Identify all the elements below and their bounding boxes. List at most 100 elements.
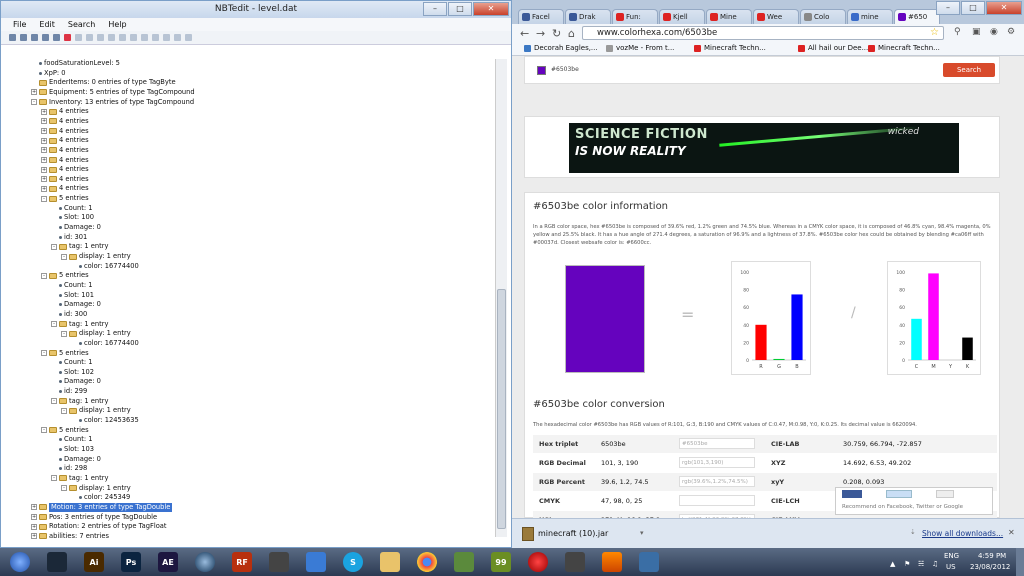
location-icon[interactable]: ⚲ (954, 27, 961, 37)
network-icon[interactable]: ☵ (918, 560, 924, 568)
taskbar-button[interactable] (300, 550, 332, 574)
tree-node[interactable]: id: 300 (51, 310, 87, 319)
download-menu-icon[interactable]: ▾ (640, 529, 644, 537)
browser-tab[interactable]: mine (847, 9, 893, 24)
taskbar-button[interactable] (411, 550, 443, 574)
tree-node[interactable]: Damage: 0 (51, 300, 101, 309)
tree-node[interactable]: - display: 1 entry (61, 484, 131, 493)
tree-node[interactable]: - tag: 1 entry (51, 474, 108, 483)
tree-node[interactable]: +4 entries (41, 107, 89, 116)
save-icon[interactable] (31, 34, 38, 41)
tree-node[interactable]: Count: 1 (51, 281, 93, 290)
taskbar-button[interactable] (4, 550, 36, 574)
add-byte-icon[interactable] (75, 34, 82, 41)
tree-node[interactable]: Slot: 103 (51, 445, 94, 454)
taskbar-button[interactable] (189, 550, 221, 574)
tree-node[interactable]: +4 entries (41, 146, 89, 155)
tree-node[interactable]: color: 16774400 (71, 339, 139, 348)
tree-node[interactable]: - display: 1 entry (61, 329, 131, 338)
tree-node[interactable]: Count: 1 (51, 204, 93, 213)
taskbar-button[interactable]: Ps (115, 550, 147, 574)
tree-node[interactable]: +4 entries (41, 117, 89, 126)
address-bar[interactable]: www.colorhexa.com/6503be ☆ (582, 26, 944, 40)
taskbar-button[interactable] (522, 550, 554, 574)
browser-minimize-button[interactable]: – (936, 1, 960, 15)
collapse-icon[interactable]: - (51, 398, 57, 405)
tree-node[interactable]: - display: 1 entry (61, 252, 131, 261)
taskbar-button[interactable] (448, 550, 480, 574)
tree-node[interactable]: id: 298 (51, 464, 87, 473)
add-compound-icon[interactable] (174, 34, 181, 41)
expand-icon[interactable]: + (31, 504, 37, 511)
expand-icon[interactable]: + (31, 533, 37, 539)
tree-node[interactable]: - 5 entries (41, 349, 89, 358)
edit-icon[interactable] (53, 34, 60, 41)
people-icon[interactable] (306, 552, 326, 572)
flag-icon[interactable]: ⚑ (904, 560, 910, 568)
vertical-scrollbar[interactable] (495, 59, 507, 537)
taskbar-button[interactable] (559, 550, 591, 574)
close-download-bar-icon[interactable]: ✕ (1008, 528, 1015, 537)
skype-icon[interactable]: S (343, 552, 363, 572)
tree-node[interactable]: Damage: 0 (51, 455, 101, 464)
collapse-icon[interactable]: - (51, 321, 57, 328)
tree-node[interactable]: - display: 1 entry (61, 406, 131, 415)
tray-arrow-icon[interactable]: ▲ (890, 560, 895, 568)
taskbar-button[interactable] (596, 550, 628, 574)
search-input[interactable]: #6503be (551, 66, 579, 73)
tree-node[interactable]: Slot: 100 (51, 213, 94, 222)
tree-node[interactable]: + Rotation: 2 entries of type TagFloat (31, 522, 167, 531)
scrollbar-thumb[interactable] (497, 289, 506, 529)
bookmark-item[interactable]: Minecraft Techn... (868, 42, 940, 55)
vlc-icon[interactable] (602, 552, 622, 572)
tree-node[interactable]: Slot: 101 (51, 291, 94, 300)
collapse-icon[interactable]: - (41, 427, 47, 434)
expand-icon[interactable]: + (41, 185, 47, 192)
extension-icon[interactable]: ▣ (972, 27, 981, 37)
tree-node[interactable]: EnderItems: 0 entries of type TagByte (31, 78, 176, 87)
add-string-icon[interactable] (152, 34, 159, 41)
row-code-input[interactable]: rgb(101,3,190) (679, 457, 755, 468)
expand-icon[interactable]: + (41, 137, 47, 144)
expand-icon[interactable]: + (41, 166, 47, 173)
tree-node[interactable]: Damage: 0 (51, 377, 101, 386)
tree-node[interactable]: Slot: 102 (51, 368, 94, 377)
row-code-input[interactable]: rgb(39.6%,1.2%,74.5%) (679, 476, 755, 487)
row-code-input[interactable]: #6503be (679, 438, 755, 449)
tree-node[interactable]: +4 entries (41, 136, 89, 145)
add-double-icon[interactable] (130, 34, 137, 41)
add-bytearray-icon[interactable] (141, 34, 148, 41)
bookmark-item[interactable]: vozMe - From t... (606, 42, 674, 55)
bookmark-item[interactable]: All hail our Dee... (798, 42, 868, 55)
menu-help[interactable]: Help (108, 18, 126, 31)
expand-icon[interactable]: + (41, 157, 47, 163)
row-code-input[interactable] (679, 495, 755, 506)
chrome-icon[interactable] (417, 552, 437, 572)
new-file-icon[interactable] (9, 34, 16, 41)
tree-node[interactable]: XpP: 0 (31, 69, 66, 78)
browser-tab[interactable]: Drak (565, 9, 611, 24)
menu-file[interactable]: File (13, 18, 26, 31)
download-item[interactable]: minecraft (10).jar (538, 529, 608, 538)
tree-node[interactable]: +4 entries (41, 127, 89, 136)
bookmark-item[interactable]: Minecraft Techn... (694, 42, 766, 55)
volume-icon[interactable]: ♫ (932, 560, 938, 568)
tree-node[interactable]: + Equipment: 5 entries of type TagCompoun… (31, 88, 195, 97)
facebook-like-button[interactable] (842, 490, 862, 498)
tree-node[interactable]: - Inventory: 13 entries of type TagCompou… (31, 98, 194, 107)
tree-node[interactable]: id: 301 (51, 233, 87, 242)
back-icon[interactable]: ← (520, 27, 529, 40)
open-file-icon[interactable] (20, 34, 27, 41)
browser-tab[interactable]: Mine (706, 9, 752, 24)
taskbar-button[interactable] (633, 550, 665, 574)
tree-node[interactable]: - tag: 1 entry (51, 242, 108, 251)
collapse-icon[interactable]: - (31, 99, 37, 106)
menu-search[interactable]: Search (68, 18, 95, 31)
collapse-icon[interactable]: - (41, 195, 47, 202)
add-float-icon[interactable] (119, 34, 126, 41)
taskbar-button[interactable] (374, 550, 406, 574)
expand-icon[interactable]: + (41, 108, 47, 115)
taskbar-button[interactable]: AE (152, 550, 184, 574)
minecraft-icon[interactable] (454, 552, 474, 572)
tree-node[interactable]: +4 entries (41, 175, 89, 184)
